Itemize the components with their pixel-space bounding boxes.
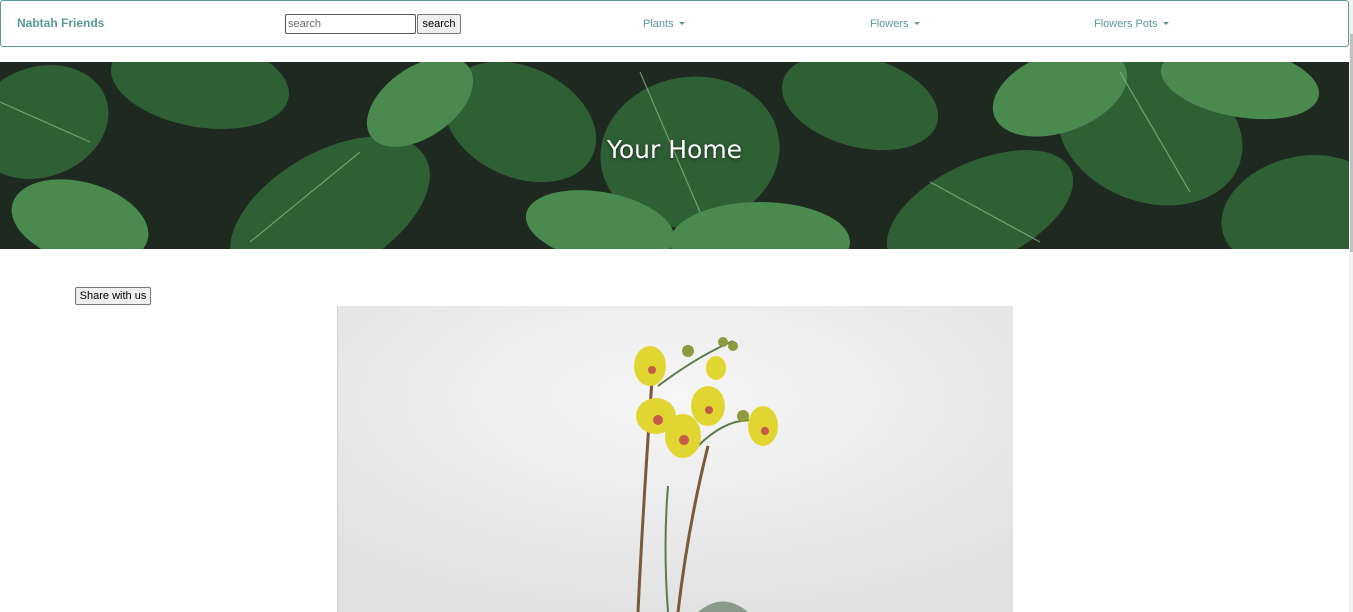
hero-banner: Your Home	[0, 62, 1349, 249]
nav-dropdown-flowers[interactable]: Flowers	[870, 18, 920, 30]
orchid-product-image[interactable]	[337, 306, 1013, 612]
orchid-photo	[338, 306, 1013, 612]
page-scrollbar[interactable]	[1349, 0, 1353, 612]
share-with-us-button[interactable]: Share with us	[75, 287, 151, 305]
top-navbar: Nabtah Friends search Plants Flowers Flo…	[0, 0, 1349, 47]
nav-dropdown-label: Flowers Pots	[1094, 18, 1158, 30]
caret-down-icon	[913, 22, 920, 25]
search-button[interactable]: search	[417, 14, 461, 34]
nav-dropdown-label: Flowers	[870, 18, 909, 30]
hero-title: Your Home	[606, 135, 743, 164]
nav-dropdown-label: Plants	[643, 18, 674, 30]
brand-link[interactable]: Nabtah Friends	[17, 16, 104, 30]
nav-dropdown-flowers-pots[interactable]: Flowers Pots	[1094, 18, 1169, 30]
caret-down-icon	[678, 22, 685, 25]
nav-dropdown-plants[interactable]: Plants	[643, 18, 685, 30]
caret-down-icon	[1162, 22, 1169, 25]
search-input[interactable]	[285, 14, 416, 34]
